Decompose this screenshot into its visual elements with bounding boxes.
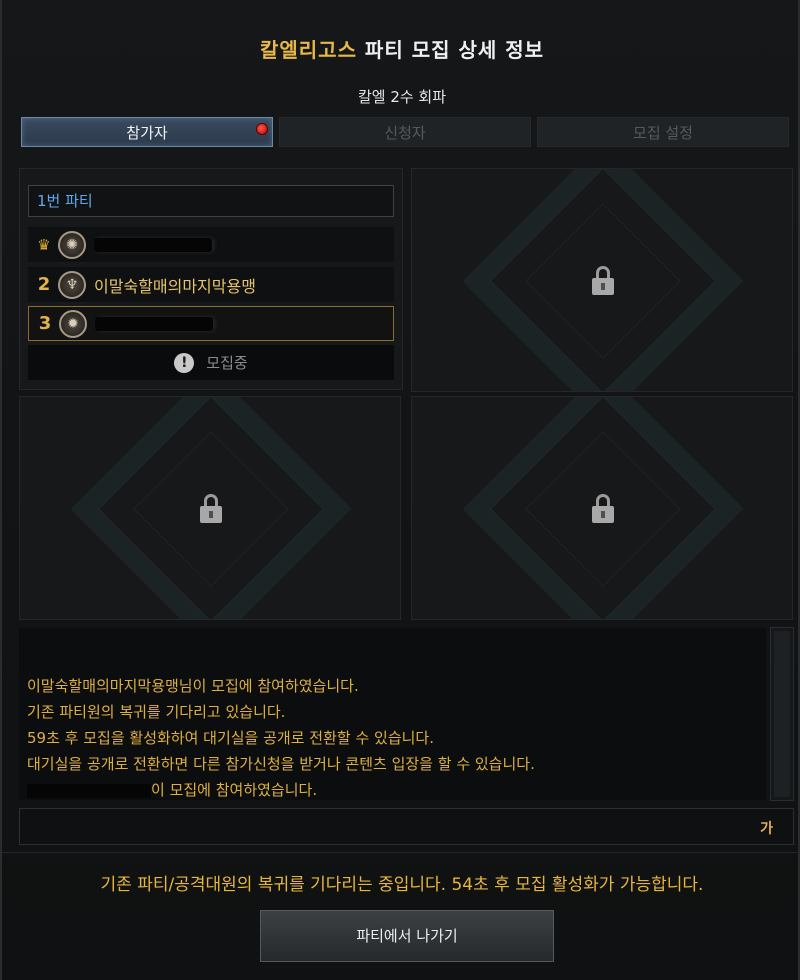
tab-recruit-settings[interactable]: 모집 설정 — [537, 117, 789, 147]
lock-icon — [592, 266, 614, 296]
info-icon: ! — [174, 352, 195, 373]
title-text: 파티 모집 상세 정보 — [356, 38, 545, 62]
compass-star-icon: ✹ — [59, 309, 87, 338]
divider — [2, 852, 800, 853]
tab-participants-label: 참가자 — [126, 124, 168, 142]
status-message: 기존 파티/공격대원의 복귀를 기다리는 중입니다. 54초 후 모집 활성화가… — [100, 875, 704, 895]
chat-input[interactable]: 가 — [19, 808, 794, 845]
tab-applicants[interactable]: 신청자 — [279, 117, 531, 147]
chat-log[interactable]: 이말숙할매의마지막용맹님이 모집에 참여하였습니다. 기존 파티원의 복귀를 기… — [19, 628, 766, 800]
recruit-subtitle: 칼엘 2수 회파 — [357, 88, 447, 106]
class-emblem-icon: ✺ — [58, 230, 86, 259]
redacted-name — [27, 783, 151, 798]
tab-recruit-settings-label: 모집 설정 — [633, 124, 693, 142]
leave-party-button[interactable]: 파티에서 나가기 — [260, 910, 554, 962]
chat-scrollbar[interactable] — [770, 627, 794, 801]
locked-party-slot — [411, 396, 793, 620]
redacted-name — [95, 316, 213, 331]
chat-message: 대기실을 공개로 전환하면 다른 참가신청을 받거나 콘텐츠 입장을 할 수 있… — [27, 755, 535, 773]
chat-message: 기존 파티원의 복귀를 기다리고 있습니다. — [27, 703, 286, 721]
recruit-status: 모집중 — [206, 354, 248, 372]
member-slot-number: 3 — [38, 313, 52, 334]
crown-icon: ♛ — [37, 235, 51, 254]
window-title: 칼엘리고스 파티 모집 상세 정보 — [2, 34, 800, 63]
lock-icon — [200, 494, 222, 524]
chat-message-suffix: 이 모집에 참여하였습니다. — [151, 781, 318, 799]
chat-message: 59초 후 모집을 활성화하여 대기실을 공개로 전환할 수 있습니다. — [27, 729, 435, 747]
ime-language-indicator[interactable]: 가 — [760, 818, 773, 838]
locked-party-slot — [19, 396, 401, 620]
redacted-name — [94, 237, 212, 252]
chat-message: 이 모집에 참여하였습니다. — [27, 777, 535, 803]
alert-dot-icon — [256, 123, 268, 135]
member-name: 이말숙할매의마지막용맹 — [94, 276, 256, 296]
title-dungeon-name: 칼엘리고스 — [259, 38, 357, 62]
scrollbar-thumb[interactable] — [774, 631, 790, 797]
bard-lyre-icon: ♆ — [58, 270, 86, 299]
locked-party-slot — [411, 168, 793, 392]
party-recruit-detail-window: 칼엘리고스 파티 모집 상세 정보 칼엘 2수 회파 참가자 신청자 모집 설정… — [0, 0, 800, 980]
member-slot-number: 2 — [37, 274, 51, 295]
party-member-leader[interactable]: ♛ ✺ — [28, 227, 394, 262]
party-member-3[interactable]: 3 ✹ — [28, 306, 394, 341]
recruiting-slot: ! 모집중 — [28, 345, 394, 380]
party-panel-1: 1번 파티 ♛ ✺ 2 ♆ 이말숙할매의마지막용맹 3 ✹ ! 모집중 — [19, 168, 403, 390]
lock-icon — [592, 494, 614, 524]
chat-message: 이말숙할매의마지막용맹님이 모집에 참여하였습니다. — [27, 677, 359, 695]
tab-participants[interactable]: 참가자 — [21, 117, 273, 147]
tab-applicants-label: 신청자 — [384, 124, 426, 142]
party-header: 1번 파티 — [28, 185, 394, 217]
party-member-2[interactable]: 2 ♆ 이말숙할매의마지막용맹 — [28, 267, 394, 302]
